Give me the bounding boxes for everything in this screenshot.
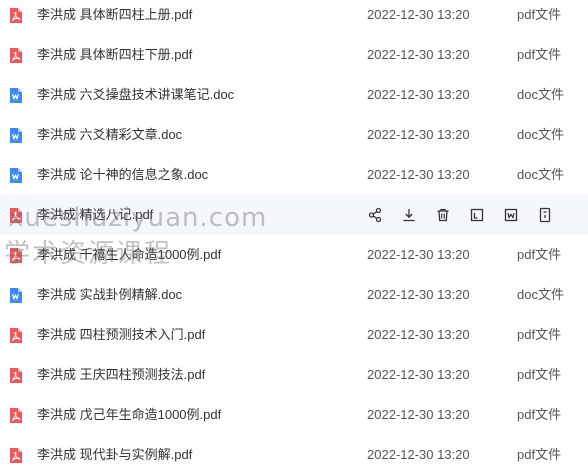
file-name[interactable]: 李洪成 四柱预测技术入门.pdf (37, 315, 205, 355)
file-list: 李洪成 具体断四柱上册.pdf 2022-12-30 13:20 pdf文件 李洪成 … (0, 0, 588, 469)
pdf-icon (8, 207, 24, 224)
file-type: pdf文件 (517, 367, 562, 382)
file-date: 2022-12-30 13:20 (367, 287, 470, 302)
file-date: 2022-12-30 13:20 (367, 87, 470, 102)
more-icon[interactable] (537, 207, 553, 223)
pdf-icon (8, 47, 24, 64)
file-name[interactable]: 李洪成 戊己年生命造1000例.pdf (37, 395, 221, 435)
file-name[interactable]: 李洪成 千禧生人命造1000例.pdf (37, 235, 221, 275)
file-date: 2022-12-30 13:20 (367, 7, 470, 22)
file-row[interactable]: 李洪成 具体断四柱下册.pdf 2022-12-30 13:20 pdf文件 (0, 35, 588, 75)
file-name[interactable]: 李洪成 实战卦例精解.doc (37, 275, 182, 315)
file-name[interactable]: 李洪成 具体断四柱上册.pdf (37, 0, 192, 35)
file-date: 2022-12-30 13:20 (367, 47, 470, 62)
file-row[interactable]: 李洪成 四柱预测技术入门.pdf 2022-12-30 13:20 pdf文件 (0, 315, 588, 355)
pdf-icon (8, 7, 24, 24)
pdf-icon (8, 327, 24, 344)
file-type: doc文件 (517, 167, 564, 182)
copy-icon[interactable] (469, 207, 485, 223)
pdf-icon (8, 247, 24, 264)
download-icon[interactable] (401, 207, 417, 223)
file-row[interactable]: 李洪成 六爻操盘技术讲课笔记.doc 2022-12-30 13:20 doc文件 (0, 75, 588, 115)
file-name[interactable]: 李洪成 现代卦与实例解.pdf (37, 435, 192, 475)
file-row[interactable]: 李洪成 戊己年生命造1000例.pdf 2022-12-30 13:20 pdf文件 (0, 395, 588, 435)
file-type: pdf文件 (517, 407, 562, 422)
word-icon (8, 127, 24, 144)
row-actions (367, 195, 571, 235)
file-type: pdf文件 (517, 247, 562, 262)
file-date: 2022-12-30 13:20 (367, 167, 470, 182)
file-row[interactable]: 李洪成 具体断四柱上册.pdf 2022-12-30 13:20 pdf文件 (0, 0, 588, 35)
file-name[interactable]: 李洪成 六爻精彩文章.doc (37, 115, 182, 155)
file-name[interactable]: 李洪成 具体断四柱下册.pdf (37, 35, 192, 75)
file-row[interactable]: 李洪成 论十神的信息之象.doc 2022-12-30 13:20 doc文件 (0, 155, 588, 195)
file-name[interactable]: 李洪成 王庆四柱预测技法.pdf (37, 355, 205, 395)
file-name[interactable]: 李洪成 精选八记.pdf (37, 195, 153, 235)
file-date: 2022-12-30 13:20 (367, 447, 470, 462)
file-type: doc文件 (517, 287, 564, 302)
word-icon (8, 167, 24, 184)
word-convert-icon[interactable] (503, 207, 519, 223)
file-name[interactable]: 李洪成 论十神的信息之象.doc (37, 155, 208, 195)
file-type: pdf文件 (517, 327, 562, 342)
delete-icon[interactable] (435, 207, 451, 223)
file-row[interactable]: 李洪成 精选八记.pdf (0, 195, 588, 235)
file-date: 2022-12-30 13:20 (367, 127, 470, 142)
file-type: doc文件 (517, 87, 564, 102)
file-type: pdf文件 (517, 447, 562, 462)
file-date: 2022-12-30 13:20 (367, 367, 470, 382)
word-icon (8, 87, 24, 104)
pdf-icon (8, 447, 24, 464)
share-icon[interactable] (367, 207, 383, 223)
file-date: 2022-12-30 13:20 (367, 327, 470, 342)
file-date: 2022-12-30 13:20 (367, 247, 470, 262)
file-row[interactable]: 李洪成 六爻精彩文章.doc 2022-12-30 13:20 doc文件 (0, 115, 588, 155)
pdf-icon (8, 407, 24, 424)
file-date: 2022-12-30 13:20 (367, 407, 470, 422)
file-row[interactable]: 李洪成 千禧生人命造1000例.pdf 2022-12-30 13:20 pdf文件 (0, 235, 588, 275)
pdf-icon (8, 367, 24, 384)
file-row[interactable]: 李洪成 现代卦与实例解.pdf 2022-12-30 13:20 pdf文件 (0, 435, 588, 475)
file-name[interactable]: 李洪成 六爻操盘技术讲课笔记.doc (37, 75, 234, 115)
file-type: pdf文件 (517, 47, 562, 62)
file-type: doc文件 (517, 127, 564, 142)
file-row[interactable]: 李洪成 实战卦例精解.doc 2022-12-30 13:20 doc文件 (0, 275, 588, 315)
file-type: pdf文件 (517, 7, 562, 22)
word-icon (8, 287, 24, 304)
file-row[interactable]: 李洪成 王庆四柱预测技法.pdf 2022-12-30 13:20 pdf文件 (0, 355, 588, 395)
